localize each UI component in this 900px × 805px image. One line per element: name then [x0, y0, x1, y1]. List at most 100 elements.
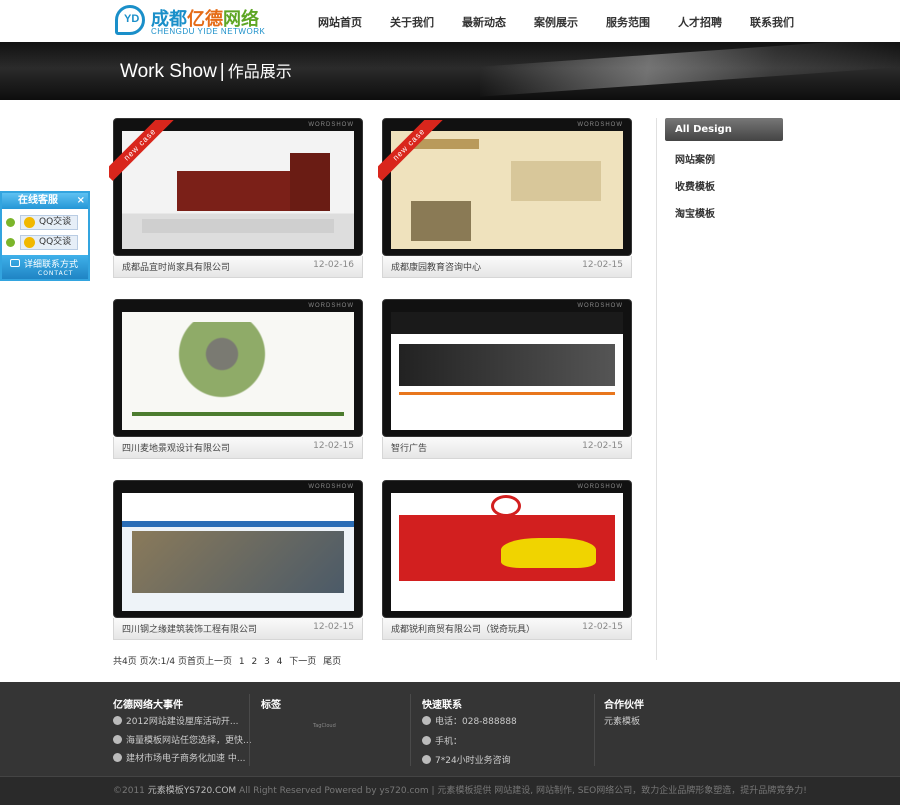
qq-chat-label: QQ交谈 [39, 237, 72, 247]
logo-mark-icon: YD [115, 5, 145, 35]
nav-cases[interactable]: 案例展示 [534, 14, 578, 30]
work-card-6[interactable]: WORDSHOW 成都锐利商贸有限公司（锐奇玩具） 12-02-15 [382, 480, 632, 640]
sidebar-item-all-design[interactable]: All Design [665, 118, 783, 141]
work-thumb-frame: WORDSHOW [113, 299, 363, 437]
footer-contact-text: 手机： [435, 737, 463, 747]
footer-event-text: 海量模板网站任您选择，更快... [126, 736, 252, 746]
work-date: 12-02-15 [313, 441, 354, 451]
sidebar-item-taobao-templates[interactable]: 淘宝模板 [675, 205, 715, 220]
arrow-bullet-icon [113, 735, 122, 744]
contact-details-button[interactable]: 详细联系方式 CONTACT [2, 255, 88, 279]
footer-contact-hours: 7*24小时业务咨询 [422, 753, 511, 766]
work-caption: 四川钢之缘建筑装饰工程有限公司 12-02-15 [113, 618, 363, 640]
qq-icon [24, 237, 35, 248]
thumb-tag: WORDSHOW [577, 122, 623, 128]
work-card-4[interactable]: WORDSHOW 智行广告 12-02-15 [382, 299, 632, 459]
work-thumb-frame: WORDSHOW [382, 480, 632, 618]
qq-row-1: QQ交谈 [6, 215, 86, 231]
page-link-2[interactable]: 2 [251, 657, 257, 667]
footer-partner-title: 合作伙伴 [604, 700, 644, 711]
footer-contact-text: 电话：028-888888 [435, 717, 517, 727]
online-service-title: 在线客服 [18, 195, 58, 206]
qq-chat-button-2[interactable]: QQ交谈 [20, 235, 78, 250]
arrow-bullet-icon [422, 755, 431, 764]
work-date: 12-02-15 [582, 622, 623, 632]
work-caption: 智行广告 12-02-15 [382, 437, 632, 459]
qq-chat-label: QQ交谈 [39, 217, 72, 227]
work-caption: 成都康园教育咨询中心 12-02-15 [382, 256, 632, 278]
logo-subtitle: CHENGDU YIDE NETWORK [151, 27, 266, 36]
work-date: 12-02-15 [582, 441, 623, 451]
work-thumb-frame: WORDSHOW [113, 480, 363, 618]
page-title-cn: 作品展示 [227, 64, 292, 81]
nav-services[interactable]: 服务范围 [606, 14, 650, 30]
page-link-1[interactable]: 1 [239, 657, 245, 667]
work-title[interactable]: 成都品宜时尚家具有限公司 [122, 260, 230, 273]
work-caption: 成都品宜时尚家具有限公司 12-02-16 [113, 256, 363, 278]
footer-event-item[interactable]: 2012网站建设厘库活动开... [113, 714, 239, 727]
page-link-4[interactable]: 4 [277, 657, 283, 667]
page-title-en: Work Show [120, 61, 217, 82]
footer-contact-title: 快速联系 [422, 700, 462, 711]
footer-event-text: 2012网站建设厘库活动开... [126, 717, 239, 727]
work-thumbnail[interactable] [122, 312, 354, 430]
tag-cloud[interactable]: TagCloud [313, 723, 336, 729]
footer-partner-link[interactable]: 元素模板 [604, 714, 640, 727]
work-card-2[interactable]: WORDSHOW new case 成都康园教育咨询中心 12-02-15 [378, 118, 632, 278]
work-card-5[interactable]: WORDSHOW 四川钢之缘建筑装饰工程有限公司 12-02-15 [113, 480, 363, 640]
copyright-text: All Right Reserved Powered by ys720.com … [239, 786, 807, 796]
next-page-link[interactable]: 下一页 [289, 657, 316, 667]
nav-home[interactable]: 网站首页 [318, 14, 362, 30]
work-card-1[interactable]: WORDSHOW new case 成都品宜时尚家具有限公司 12-02-16 [109, 118, 363, 278]
footer-event-item[interactable]: 建材市场电子商务化加速 中... [113, 751, 245, 764]
nav-about[interactable]: 关于我们 [390, 14, 434, 30]
work-thumbnail[interactable] [122, 493, 354, 611]
footer-contact-phone: 电话：028-888888 [422, 714, 517, 727]
copyright-year: ©2011 [113, 786, 145, 796]
online-service-header: 在线客服 × [2, 193, 88, 209]
sidebar-item-paid-templates[interactable]: 收费模板 [675, 178, 715, 193]
online-service-panel: 在线客服 × QQ交谈 QQ交谈 详细联系方式 CONTACT [0, 191, 90, 281]
work-caption: 成都锐利商贸有限公司（锐奇玩具） 12-02-15 [382, 618, 632, 640]
copyright-brand-link[interactable]: 元素模板YS720.COM [148, 786, 236, 796]
page-link-3[interactable]: 3 [264, 657, 270, 667]
close-icon[interactable]: × [77, 194, 85, 208]
nav-jobs[interactable]: 人才招聘 [678, 14, 722, 30]
work-thumbnail[interactable] [391, 312, 623, 430]
footer-contact-text: 7*24小时业务咨询 [435, 756, 511, 766]
work-title[interactable]: 四川钢之缘建筑装饰工程有限公司 [122, 622, 257, 635]
online-status-icon [6, 218, 15, 227]
qq-row-2: QQ交谈 [6, 235, 86, 251]
work-date: 12-02-15 [313, 622, 354, 632]
sidebar-divider [656, 118, 657, 660]
pagination-info: 共4页 页次:1/4 页首页上一页 [113, 657, 232, 667]
qq-chat-button-1[interactable]: QQ交谈 [20, 215, 78, 230]
work-caption: 四川麦地景观设计有限公司 12-02-15 [113, 437, 363, 459]
last-page-link[interactable]: 尾页 [323, 657, 341, 667]
new-case-ribbon: new case [109, 120, 179, 190]
nav-contact[interactable]: 联系我们 [750, 14, 794, 30]
work-card-3[interactable]: WORDSHOW 四川麦地景观设计有限公司 12-02-15 [113, 299, 363, 459]
arrow-bullet-icon [113, 753, 122, 762]
site-header: YD 成都亿德网络 CHENGDU YIDE NETWORK 网站首页 关于我们… [0, 0, 900, 42]
work-thumbnail[interactable] [391, 493, 623, 611]
sidebar-item-website-cases[interactable]: 网站案例 [675, 151, 715, 166]
site-logo[interactable]: YD 成都亿德网络 CHENGDU YIDE NETWORK [115, 3, 265, 39]
ribbon-label: new case [378, 120, 446, 181]
work-title[interactable]: 四川麦地景观设计有限公司 [122, 441, 230, 454]
work-thumb-frame: WORDSHOW [382, 299, 632, 437]
footer-contact-mobile: 手机： [422, 734, 462, 747]
page-title: Work Show | 作品展示 [120, 58, 292, 83]
arrow-bullet-icon [422, 716, 431, 725]
work-title[interactable]: 成都锐利商贸有限公司（锐奇玩具） [391, 622, 535, 635]
footer-divider [410, 694, 411, 766]
work-title[interactable]: 智行广告 [391, 441, 427, 454]
footer-tags-title: 标签 [261, 700, 281, 711]
footer-event-item[interactable]: 海量模板网站任您选择，更快... [113, 733, 252, 746]
ribbon-label: new case [109, 120, 177, 181]
nav-news[interactable]: 最新动态 [462, 14, 506, 30]
work-title[interactable]: 成都康园教育咨询中心 [391, 260, 481, 273]
qq-icon [24, 217, 35, 228]
thumb-tag: WORDSHOW [577, 484, 623, 490]
footer-divider [249, 694, 250, 766]
